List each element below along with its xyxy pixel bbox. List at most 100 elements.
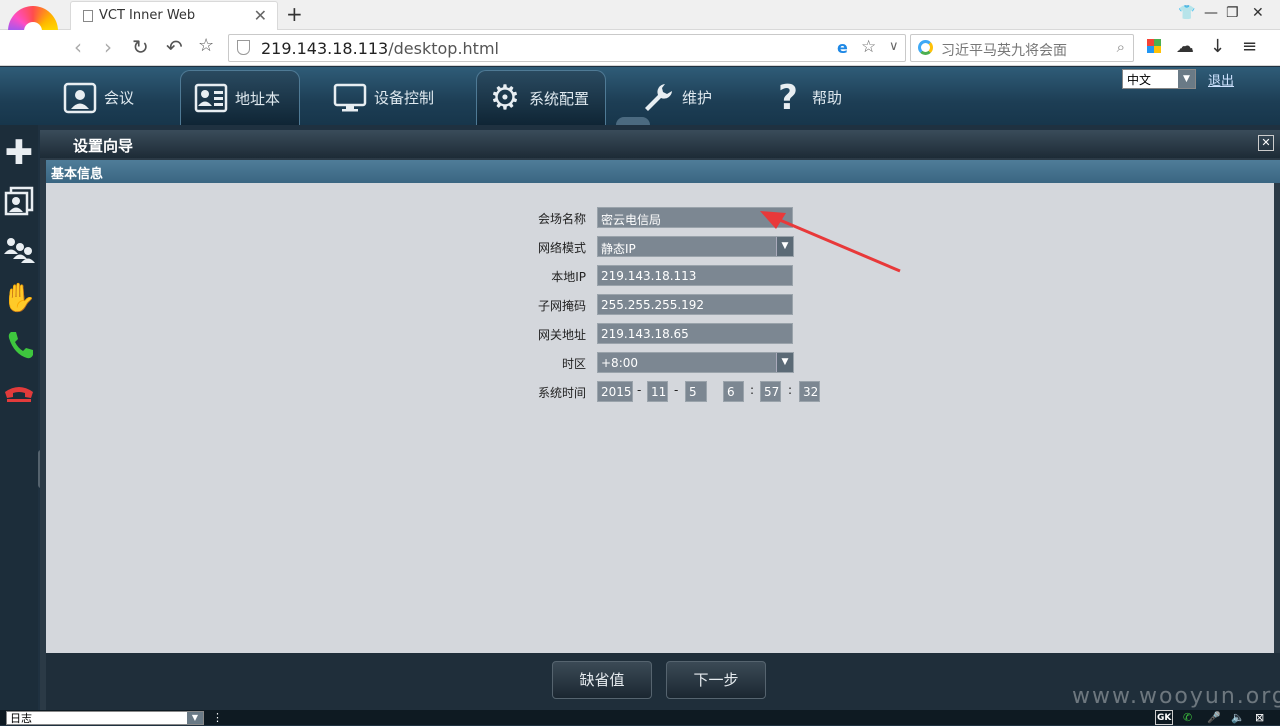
hour-input[interactable]: 6 <box>723 381 744 402</box>
reload-icon[interactable]: ↻ <box>132 35 149 59</box>
minute-input[interactable]: 57 <box>760 381 781 402</box>
close-tab-icon[interactable]: ✕ <box>254 6 267 25</box>
chevron-down-icon[interactable]: ∨ <box>889 39 899 54</box>
cloud-icon[interactable]: ☁ <box>1176 36 1194 57</box>
system-time-row: 系统时间 2015 - 11 - 5 6 : 57 : 32 <box>46 381 846 403</box>
field-label: 会场名称 <box>537 212 586 226</box>
section-title: 基本信息 <box>51 167 104 182</box>
gateway-input[interactable]: 219.143.18.65 <box>597 323 793 344</box>
url-text: 219.143.18.113/desktop.html <box>261 39 499 58</box>
chevron-down-icon[interactable]: ▼ <box>776 353 793 372</box>
defaults-button[interactable]: 缺省值 <box>552 661 652 699</box>
page-icon <box>83 10 93 22</box>
menu-label: 设备控制 <box>374 89 435 107</box>
close-icon[interactable]: ✕ <box>1258 135 1274 151</box>
field-label: 系统时间 <box>537 386 586 400</box>
back-icon[interactable]: ‹ <box>74 35 82 59</box>
timezone-select[interactable]: +8:00 ▼ <box>597 352 794 373</box>
language-value: 中文 <box>1127 73 1152 87</box>
address-book-icon <box>193 80 229 116</box>
minimize-icon[interactable]: — <box>1204 5 1218 21</box>
apps-icon[interactable] <box>1147 39 1161 53</box>
speaker-icon[interactable]: 🔈 <box>1231 710 1245 725</box>
menu-system-config[interactable]: ⚙ 系统配置 <box>476 70 606 125</box>
field-label: 时区 <box>561 357 586 371</box>
search-engine-icon <box>918 40 933 55</box>
address-bar[interactable]: 219.143.18.113/desktop.html e ☆ ∨ <box>228 34 906 62</box>
search-icon[interactable]: ⌕ <box>1117 38 1125 56</box>
date-separator: - <box>674 383 679 397</box>
meeting-icon <box>62 80 98 116</box>
monitor-icon <box>332 80 368 116</box>
menu-label: 维护 <box>682 89 713 107</box>
undo-icon[interactable]: ↶ <box>166 35 183 59</box>
wrench-icon <box>640 80 676 116</box>
search-placeholder: 习近平马英九将会面 <box>941 43 1067 59</box>
maximize-icon[interactable]: ❐ <box>1226 5 1239 21</box>
menu-maintenance[interactable]: 维护 <box>640 70 712 125</box>
left-toolbar: ✚ ✋ <box>0 125 38 710</box>
watermark: www.wooyun.org <box>1072 684 1280 709</box>
subnet-mask-input[interactable]: 255.255.255.192 <box>597 294 793 315</box>
bookmark-star-icon[interactable]: ☆ <box>198 35 214 56</box>
month-input[interactable]: 11 <box>647 381 668 402</box>
panel-header: 设置向导 ✕ <box>40 130 1280 158</box>
form-area: 会场名称 密云电信局 网络模式 静态IP ▼ 本地IP 219.143.18.11… <box>46 183 1274 653</box>
shield-icon <box>237 40 250 55</box>
favorite-star-icon[interactable]: ☆ <box>861 37 876 57</box>
second-input[interactable]: 32 <box>799 381 820 402</box>
add-icon[interactable]: ✚ <box>3 133 35 173</box>
participants-icon[interactable] <box>3 231 35 267</box>
menu-icon[interactable]: ≡ <box>1242 36 1257 57</box>
menu-device-control[interactable]: 设备控制 <box>332 70 434 125</box>
date-separator: - <box>637 383 642 397</box>
chevron-down-icon[interactable]: ▼ <box>1178 70 1195 88</box>
chevron-down-icon[interactable]: ▼ <box>187 712 203 724</box>
day-input[interactable]: 5 <box>685 381 707 402</box>
time-separator: : <box>788 383 793 397</box>
menu-address-book[interactable]: 地址本 <box>180 70 300 125</box>
field-label: 网络模式 <box>537 241 586 255</box>
menu-help[interactable]: ? 帮助 <box>770 70 842 125</box>
microphone-icon[interactable]: 🎤 <box>1207 710 1221 725</box>
menu-label: 地址本 <box>235 89 281 108</box>
collapse-header-handle[interactable] <box>616 117 650 125</box>
call-status-icon: ✆ <box>1183 711 1193 724</box>
forward-icon[interactable]: › <box>104 35 112 59</box>
divider-icon: ⋮ <box>212 711 223 724</box>
call-icon[interactable] <box>3 327 35 363</box>
gear-icon: ⚙ <box>489 78 521 118</box>
year-input[interactable]: 2015 <box>597 381 633 402</box>
window-close-icon[interactable]: ✕ <box>1252 5 1264 21</box>
menu-label: 会议 <box>104 89 135 107</box>
search-box[interactable]: 习近平马英九将会面 ⌕ <box>910 34 1134 62</box>
time-separator: : <box>750 383 755 397</box>
new-tab-icon[interactable]: + <box>286 2 303 26</box>
language-select[interactable]: 中文 ▼ <box>1122 69 1196 89</box>
ie-mode-icon[interactable]: e <box>837 38 848 57</box>
shirt-icon[interactable]: 👕 <box>1178 5 1195 21</box>
hangup-icon[interactable] <box>3 375 35 411</box>
raise-hand-icon[interactable]: ✋ <box>2 279 37 315</box>
browser-tab[interactable]: VCT Inner Web ✕ <box>70 1 278 31</box>
logout-link[interactable]: 退出 <box>1208 70 1234 89</box>
menu-label: 帮助 <box>812 89 843 107</box>
browser-tab-bar: VCT Inner Web ✕ + 👕 — ❐ ✕ <box>0 0 1280 31</box>
field-label: 网关地址 <box>537 328 586 342</box>
next-button[interactable]: 下一步 <box>666 661 766 699</box>
status-bar: 日志 ▼ ⋮ GK ✆ 🎤 🔈 ⊠ <box>0 710 1280 725</box>
field-label: 子网掩码 <box>537 299 586 313</box>
annotation-arrow <box>760 211 901 273</box>
browser-nav-bar: ‹ › ↻ ↶ ☆ 219.143.18.113/desktop.html e … <box>0 30 1280 66</box>
gk-status-icon: GK <box>1155 710 1174 725</box>
log-select[interactable]: 日志 ▼ <box>6 711 204 725</box>
question-icon: ? <box>778 77 798 118</box>
contacts-icon[interactable] <box>3 183 35 219</box>
download-icon[interactable]: ↓ <box>1210 36 1225 57</box>
camera-off-icon[interactable]: ⊠ <box>1255 710 1264 725</box>
panel-title: 设置向导 <box>73 137 134 155</box>
log-value: 日志 <box>10 712 32 725</box>
menu-meeting[interactable]: 会议 <box>62 70 134 125</box>
menu-label: 系统配置 <box>529 89 590 108</box>
section-header: 基本信息 <box>46 160 1280 183</box>
